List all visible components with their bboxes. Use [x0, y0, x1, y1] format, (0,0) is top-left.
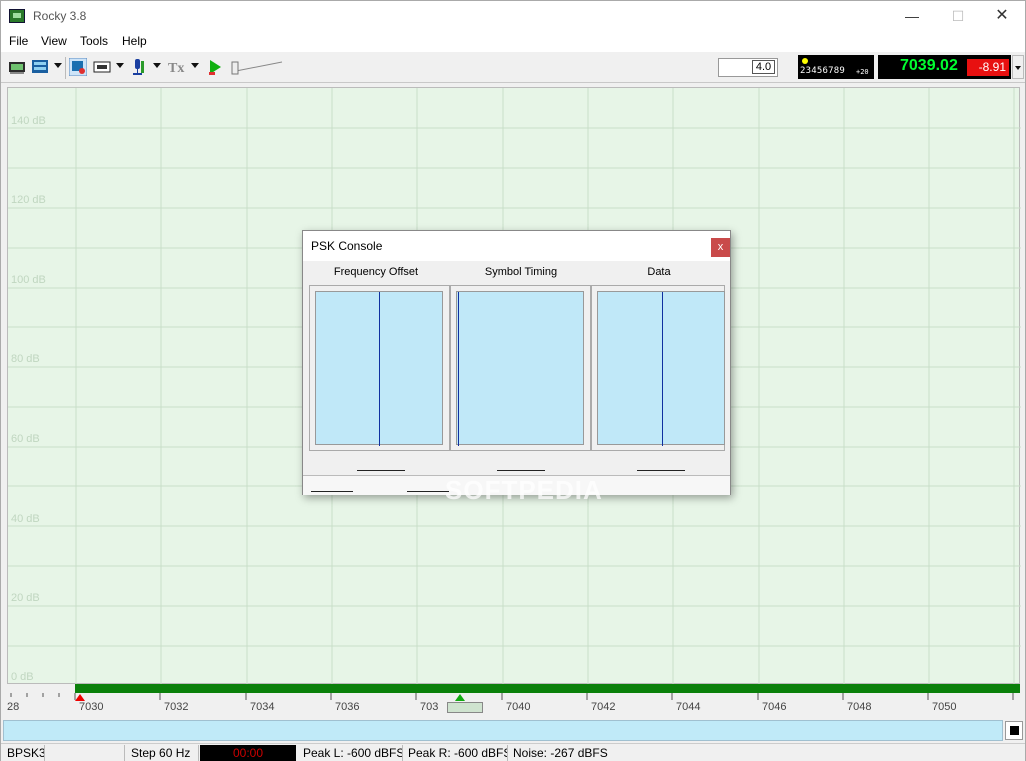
status-blank	[47, 745, 125, 761]
db-label: 100 dB	[11, 274, 46, 286]
frequency-offset-value	[357, 470, 405, 471]
app-icon	[9, 9, 25, 23]
menu-bar: File View Tools Help	[1, 32, 1025, 52]
maximize-button[interactable]: ☐	[935, 1, 981, 32]
status-bar: BPSK3 Step 60 Hz 00:00 Peak L: -600 dBFS…	[1, 743, 1025, 761]
menu-help[interactable]: Help	[122, 34, 147, 48]
frequency-dropdown[interactable]	[1012, 55, 1024, 79]
watermark: SOFTPEDIA	[445, 475, 603, 505]
play-icon[interactable]	[206, 58, 224, 76]
passband-slider[interactable]	[447, 702, 483, 713]
receive-marker[interactable]	[75, 694, 85, 701]
digits-text: 23456789	[800, 66, 845, 76]
soundcard-icon[interactable]	[8, 58, 26, 76]
db-label: 140 dB	[11, 115, 46, 127]
db-label: 120 dB	[11, 194, 46, 206]
peak-right-status: Peak R: -600 dBFS	[404, 745, 508, 761]
column-header-frequency-offset: Frequency Offset	[333, 266, 419, 278]
ruler-label: 7050	[932, 701, 957, 713]
data-plot	[597, 291, 725, 446]
ruler-label: 7032	[164, 701, 189, 713]
column-header-data: Data	[647, 266, 671, 278]
peak-left-status: Peak L: -600 dBFS	[299, 745, 403, 761]
db-label: 60 dB	[11, 433, 40, 445]
title-bar: Rocky 3.8 — ☐ ✕	[1, 1, 1025, 32]
ruler-label: 7044	[676, 701, 701, 713]
ruler-ticks	[10, 693, 1014, 700]
data-value	[637, 470, 685, 471]
chevron-down-icon[interactable]	[191, 63, 199, 68]
ruler-label: 7046	[762, 701, 787, 713]
symbol-timing-plot	[456, 291, 584, 446]
data-panel	[591, 285, 725, 451]
speed-input[interactable]: 4.0	[718, 58, 778, 77]
frequency-offset-panel	[309, 285, 450, 451]
frequency-offset-plot	[315, 291, 443, 446]
minimize-button[interactable]: —	[889, 1, 935, 32]
column-header-symbol-timing: Symbol Timing	[484, 266, 558, 278]
noise-status: Noise: -267 dBFS	[513, 746, 608, 760]
db-label: 80 dB	[11, 353, 40, 365]
menu-view[interactable]: View	[41, 34, 67, 48]
ruler-label: 7036	[335, 701, 360, 713]
waterfall-mode-icon[interactable]	[93, 58, 111, 76]
main-window: Rocky 3.8 — ☐ ✕ File View Tools Help Tx …	[0, 0, 1026, 761]
psk-console-dialog: PSK Console x Frequency Offset Symbol Ti…	[302, 230, 731, 495]
db-label: 40 dB	[11, 513, 40, 525]
microphone-icon[interactable]	[129, 58, 147, 76]
frequency-ruler[interactable]: 28 7030 7032 7034 7036 703 7040 7042 704…	[7, 693, 1020, 717]
ruler-label: 7042	[591, 701, 616, 713]
footer-field	[407, 491, 449, 492]
close-button[interactable]: ✕	[979, 1, 1025, 32]
digits-display: 23456789 +20	[798, 55, 874, 79]
time-display: 00:00	[200, 745, 296, 761]
waterfall-bar[interactable]	[3, 720, 1003, 741]
speed-value[interactable]: 4.0	[752, 60, 775, 74]
step-status: Step 60 Hz	[127, 745, 199, 761]
frequency-value: 7039.02	[900, 57, 958, 74]
plot-trace	[458, 292, 459, 446]
frequency-display[interactable]: 7039.02 -8.91	[878, 55, 1011, 79]
dialog-title: PSK Console	[311, 239, 383, 253]
frequency-offset: -8.91	[967, 59, 1009, 76]
status-led-icon	[802, 58, 808, 64]
window-title: Rocky 3.8	[33, 9, 87, 23]
volume-slider[interactable]	[230, 59, 284, 77]
transmit-icon[interactable]: Tx	[167, 58, 185, 76]
menu-tools[interactable]: Tools	[80, 34, 108, 48]
digits-offset: +20	[856, 68, 869, 76]
ruler-label: 7048	[847, 701, 872, 713]
chevron-down-icon[interactable]	[153, 63, 161, 68]
ruler-label: 7034	[250, 701, 275, 713]
chevron-down-icon[interactable]	[116, 63, 124, 68]
symbol-timing-value	[497, 470, 545, 471]
spectrum-mode-icon[interactable]	[69, 58, 87, 76]
svg-text:Tx: Tx	[168, 61, 184, 76]
toolbar-divider	[65, 57, 66, 79]
db-label: 0 dB	[11, 671, 34, 683]
ruler-label: 703	[420, 701, 439, 713]
symbol-timing-panel	[450, 285, 591, 451]
menu-file[interactable]: File	[9, 34, 28, 48]
db-label: 20 dB	[11, 592, 40, 604]
ruler-label: 28	[7, 701, 20, 713]
plot-trace	[379, 292, 380, 446]
display-settings-icon[interactable]	[31, 58, 49, 76]
tuning-marker[interactable]	[455, 694, 465, 701]
stop-button[interactable]	[1005, 721, 1023, 740]
ruler-label: 7030	[79, 701, 104, 713]
ruler-label: 7040	[506, 701, 531, 713]
dialog-close-button[interactable]: x	[711, 238, 730, 257]
dialog-title-bar: PSK Console x	[303, 231, 730, 261]
plot-trace	[662, 292, 663, 446]
footer-field	[311, 491, 353, 492]
chevron-down-icon[interactable]	[54, 63, 62, 68]
mode-status: BPSK3	[3, 745, 45, 761]
